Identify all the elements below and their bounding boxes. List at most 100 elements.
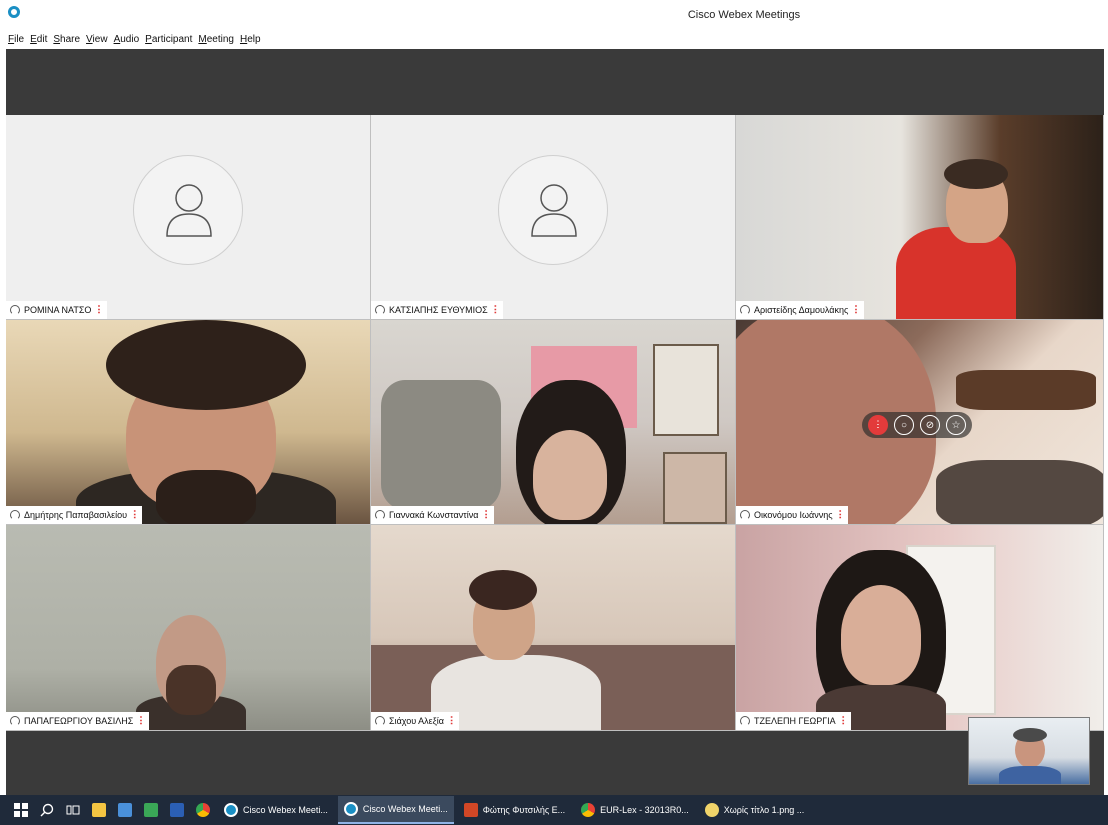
video-controls: ⵗ ○ ⊘ ☆ [862, 412, 972, 438]
headset-icon [375, 305, 385, 315]
window-title: Cisco Webex Meetings [687, 9, 801, 21]
headset-icon [375, 510, 385, 520]
chrome-icon[interactable] [192, 799, 214, 821]
title-bar: Cisco Webex Meetings [0, 0, 1108, 30]
participant-name: Αριστείδης Δαμουλάκης [754, 305, 849, 315]
participant-name: Οικονόμου Ιωάννης [754, 510, 833, 520]
taskbar-item-chrome[interactable]: EUR-Lex - 32013R0... [575, 796, 695, 824]
chat-button[interactable]: ○ [894, 415, 914, 435]
video-feed [736, 115, 1103, 319]
person-icon [531, 184, 577, 237]
self-view-video[interactable] [968, 717, 1090, 785]
participant-name: ΠΑΠΑΓΕΩΡΓΙΟΥ ΒΑΣΙΛΗΣ [24, 716, 134, 726]
participant-name: Γιαννακά Κωνσταντίνα [389, 510, 479, 520]
participant-name: ΤΖΕΛΕΠΗ ΓΕΩΡΓΙΑ [754, 716, 836, 726]
muted-mic-icon: ⵗ [97, 304, 101, 316]
name-tag: ΚΑΤΣΙΑΠΗΣ ΕΥΘΥΜΙΟΣ ⵗ [371, 301, 503, 319]
video-feed [371, 525, 735, 730]
muted-mic-icon: ⵗ [484, 509, 488, 521]
task-view-icon[interactable] [62, 799, 84, 821]
avatar [133, 155, 243, 265]
headset-icon [375, 716, 385, 726]
avatar [498, 155, 608, 265]
webex-window: Cisco Webex Meetings File Edit Share Vie… [0, 0, 1108, 825]
headset-icon [740, 305, 750, 315]
person-icon [166, 184, 212, 237]
headset-icon [10, 716, 20, 726]
powerpoint-icon [463, 803, 478, 817]
participant-tile[interactable]: ΡΟΜΙΝΑ ΝΑΤΣΟ ⵗ [6, 115, 371, 320]
headset-icon [740, 716, 750, 726]
participant-tile[interactable]: Γιαννακά Κωνσταντίνα ⵗ [371, 320, 736, 525]
menu-audio[interactable]: Audio [114, 34, 140, 45]
menu-view[interactable]: View [86, 34, 108, 45]
muted-mic-icon: ⵗ [854, 304, 858, 316]
muted-mic-icon: ⵗ [139, 715, 143, 727]
network-icon[interactable] [114, 799, 136, 821]
paint-icon [704, 803, 719, 817]
name-tag: Σιάχου Αλεξία ⵗ [371, 712, 460, 730]
windows-taskbar: Cisco Webex Meeti... Cisco Webex Meeti..… [0, 795, 1108, 825]
menu-help[interactable]: Help [240, 34, 261, 45]
muted-mic-icon: ⵗ [841, 715, 845, 727]
participant-name: Σιάχου Αλεξία [389, 716, 444, 726]
participant-tile[interactable]: ΚΑΤΣΙΑΠΗΣ ΕΥΘΥΜΙΟΣ ⵗ [371, 115, 736, 320]
muted-mic-icon: ⵗ [133, 509, 137, 521]
muted-mic-icon: ⵗ [838, 509, 842, 521]
participant-tile[interactable]: Δημήτρης Παπαβασιλείου ⵗ [6, 320, 371, 525]
name-tag: Δημήτρης Παπαβασιλείου ⵗ [6, 506, 143, 524]
excel-like-icon[interactable] [140, 799, 162, 821]
name-tag: Οικονόμου Ιωάννης ⵗ [736, 506, 848, 524]
taskbar-item-label: Cisco Webex Meeti... [243, 805, 328, 815]
taskbar-item-webex-1[interactable]: Cisco Webex Meeti... [218, 796, 334, 824]
muted-mic-icon: ⵗ [449, 715, 454, 727]
video-feed [6, 525, 370, 730]
taskbar-item-label: EUR-Lex - 32013R0... [600, 805, 689, 815]
menu-share[interactable]: Share [53, 34, 80, 45]
menu-participant[interactable]: Participant [145, 34, 192, 45]
name-tag: ΡΟΜΙΝΑ ΝΑΤΣΟ ⵗ [6, 301, 107, 319]
taskbar-item-webex-2[interactable]: Cisco Webex Meeti... [337, 796, 454, 824]
windows-start-icon[interactable] [10, 799, 32, 821]
participant-name: ΡΟΜΙΝΑ ΝΑΤΣΟ [24, 305, 92, 315]
video-feed [371, 320, 735, 524]
bottom-strip [6, 731, 1104, 795]
headset-icon [10, 510, 20, 520]
name-tag: ΠΑΠΑΓΕΩΡΓΙΟΥ ΒΑΣΙΛΗΣ ⵗ [6, 712, 149, 730]
taskbar-item-paint[interactable]: Χωρίς τίτλο 1.png ... [699, 796, 811, 824]
menu-meeting[interactable]: Meeting [198, 34, 234, 45]
video-feed [6, 320, 370, 524]
video-feed [736, 525, 1103, 730]
webex-icon [343, 802, 358, 816]
headset-icon [740, 510, 750, 520]
menu-file[interactable]: File [8, 34, 24, 45]
top-strip [6, 49, 1104, 115]
taskbar-item-label: Φώτης Φυτσιλής Ε... [482, 805, 566, 815]
taskbar-item-label: Χωρίς τίτλο 1.png ... [723, 805, 805, 815]
file-explorer-icon[interactable] [88, 799, 110, 821]
name-tag: Γιαννακά Κωνσταντίνα ⵗ [371, 506, 494, 524]
name-tag: Αριστείδης Δαμουλάκης ⵗ [736, 301, 864, 319]
video-grid: ΡΟΜΙΝΑ ΝΑΤΣΟ ⵗ ΚΑΤΣΙΑΠΗΣ ΕΥΘΥΜΙΟΣ ⵗ Αρισ… [6, 115, 1104, 731]
webex-icon [224, 803, 238, 817]
mute-mic-button[interactable]: ⵗ [868, 415, 888, 435]
name-tag: ΤΖΕΛΕΠΗ ΓΕΩΡΓΙΑ ⵗ [736, 712, 851, 730]
search-icon[interactable] [36, 799, 58, 821]
taskbar-item-powerpoint[interactable]: Φώτης Φυτσιλής Ε... [458, 796, 571, 824]
participant-name: ΚΑΤΣΙΑΠΗΣ ΕΥΘΥΜΙΟΣ [389, 305, 488, 315]
menu-bar: File Edit Share View Audio Participant M… [0, 30, 1108, 49]
participant-tile[interactable]: Σιάχου Αλεξία ⵗ [371, 525, 736, 731]
taskbar-item-label: Cisco Webex Meeti... [362, 804, 448, 814]
participant-tile[interactable]: ⵗ ○ ⊘ ☆ Οικονόμου Ιωάννης ⵗ [736, 320, 1104, 525]
participant-tile[interactable]: ΠΑΠΑΓΕΩΡΓΙΟΥ ΒΑΣΙΛΗΣ ⵗ [6, 525, 371, 731]
word-icon[interactable] [166, 799, 188, 821]
stop-video-button[interactable]: ⊘ [920, 415, 940, 435]
muted-mic-icon: ⵗ [493, 304, 497, 316]
chrome-icon [581, 803, 596, 817]
participant-tile[interactable]: ΤΖΕΛΕΠΗ ΓΕΩΡΓΙΑ ⵗ [736, 525, 1104, 731]
menu-edit[interactable]: Edit [30, 34, 47, 45]
headset-icon [10, 305, 20, 315]
participant-tile[interactable]: Αριστείδης Δαμουλάκης ⵗ [736, 115, 1104, 320]
participant-name: Δημήτρης Παπαβασιλείου [24, 510, 128, 520]
pin-button[interactable]: ☆ [946, 415, 966, 435]
